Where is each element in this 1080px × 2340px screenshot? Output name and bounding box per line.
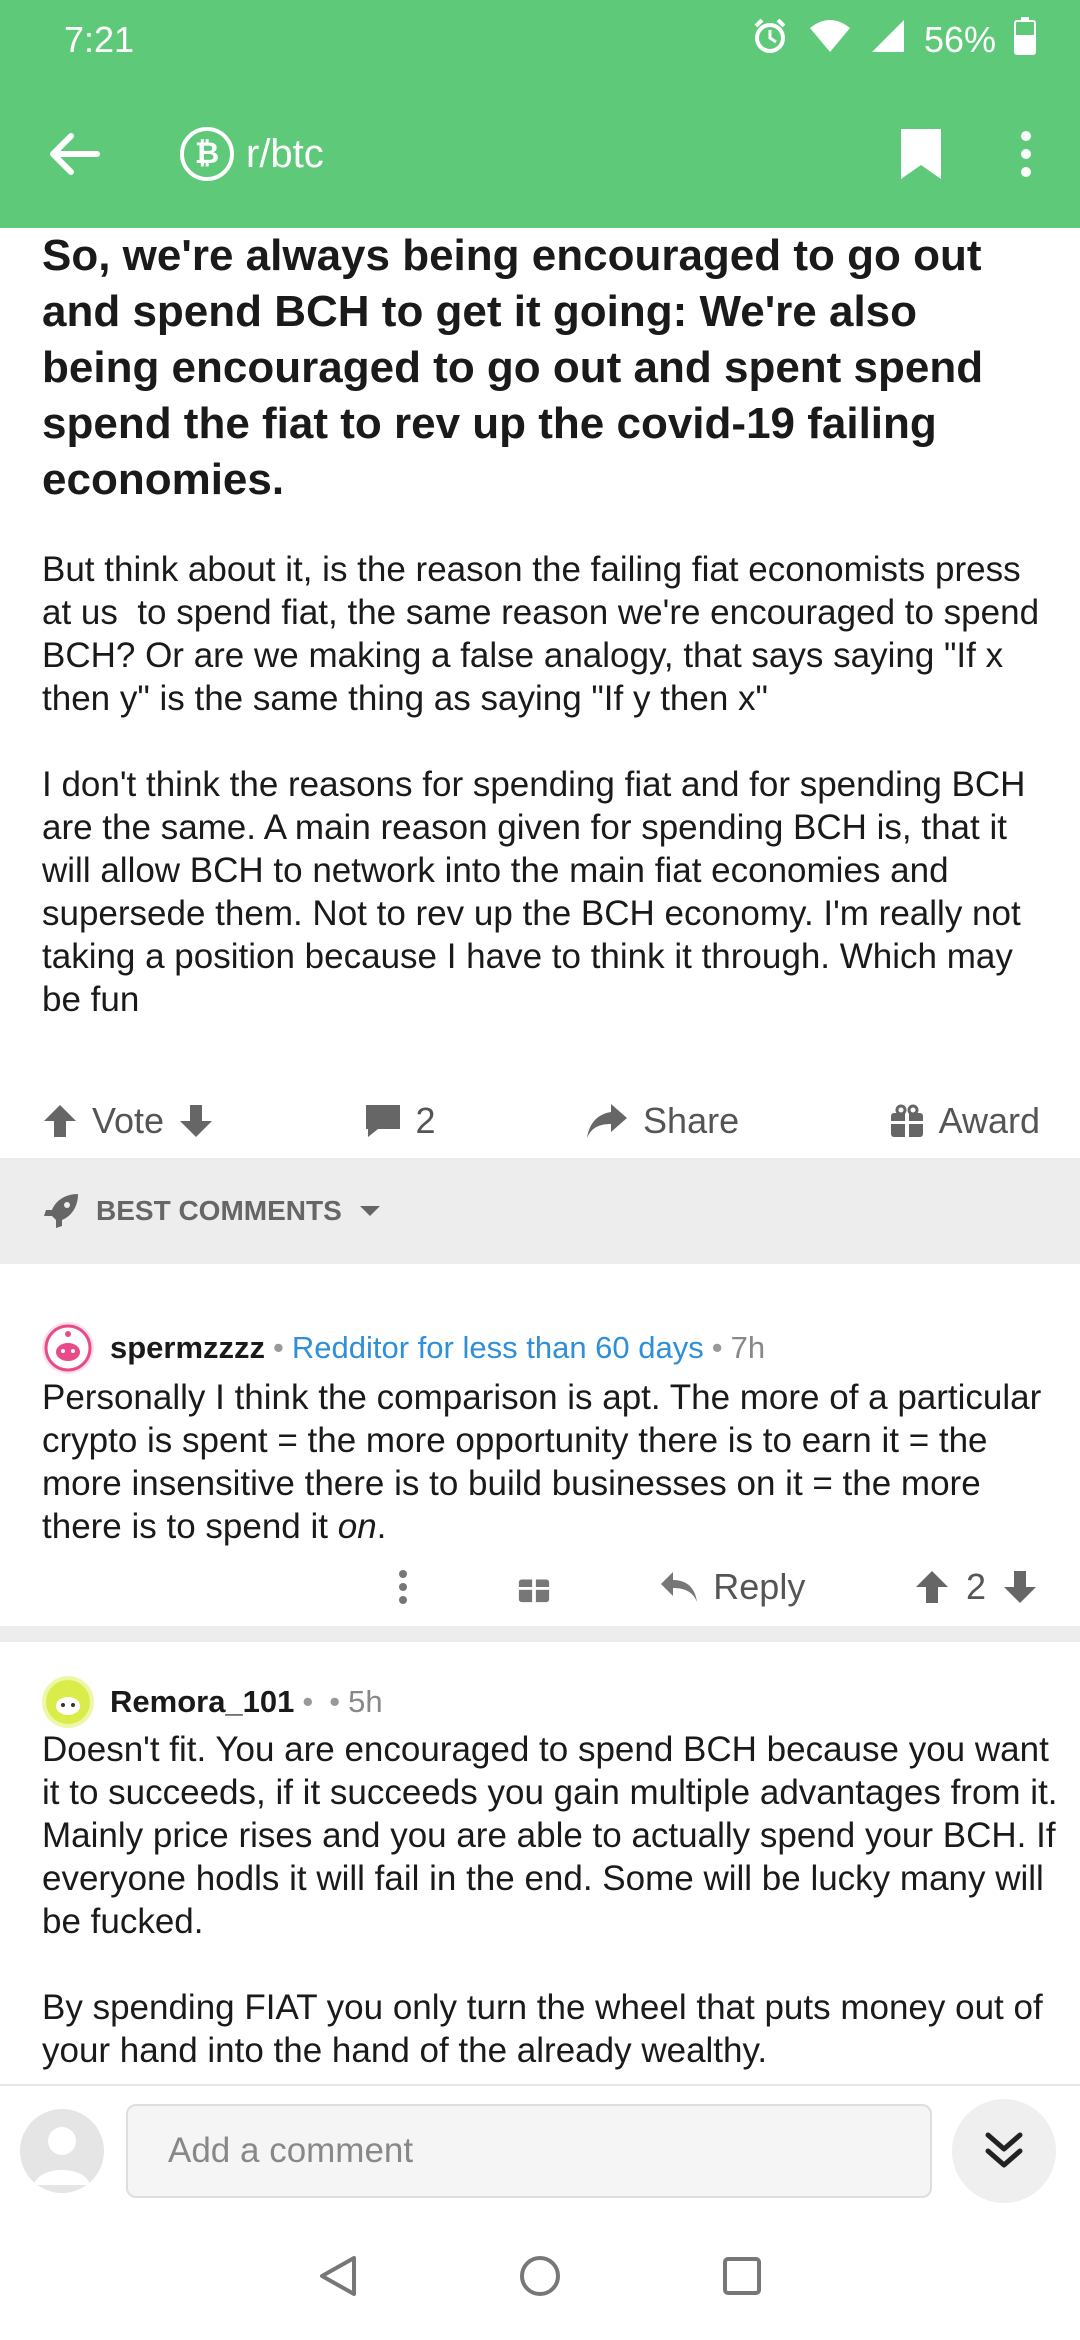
save-button[interactable]: [886, 119, 956, 189]
separator-dot: •: [711, 1330, 723, 1365]
user-flair: Redditor for less than 60 days: [291, 1330, 704, 1365]
comment-actions: Reply 2: [398, 1566, 1038, 1608]
post-title: So, we're always being encouraged to go …: [42, 231, 984, 504]
post-content: So, we're always being encouraged to go …: [0, 228, 1080, 2084]
circle-home-icon: [520, 2255, 560, 2296]
comment-vote-group: 2: [914, 1566, 1038, 1608]
upvote-icon[interactable]: [914, 1569, 950, 1605]
comment-composer-bar: Add a comment: [0, 2084, 1080, 2216]
comment-emphasis: on: [337, 1507, 377, 1546]
share-arrow-icon: [587, 1104, 628, 1138]
system-nav-bar: [0, 2216, 1080, 2340]
post-paragraph: But think about it, is the reason the fa…: [42, 550, 1049, 718]
subreddit-name[interactable]: r/btc: [246, 132, 324, 177]
share-button[interactable]: Share: [585, 1100, 739, 1142]
separator-dot: •: [302, 1684, 314, 1719]
downvote-icon[interactable]: [178, 1103, 214, 1139]
comment-paragraph: Doesn't fit. You are encouraged to spend…: [42, 1730, 1058, 1941]
gift-icon: [518, 1573, 549, 1603]
user-flair: •: [329, 1684, 341, 1719]
gift-icon: [890, 1104, 923, 1137]
comment-more-button[interactable]: [398, 1569, 408, 1605]
comment-icon: [365, 1105, 400, 1137]
comment-text: Personally I think the comparison is apt…: [42, 1378, 1042, 1546]
comment-body: Personally I think the comparison is apt…: [42, 1376, 1062, 1548]
bookmark-icon: [901, 129, 941, 179]
status-time: 7:21: [64, 19, 135, 60]
square-recents-icon: [723, 2256, 761, 2295]
battery-percent: 56%: [923, 19, 996, 60]
comment-paragraph: By spending FIAT you only turn the wheel…: [42, 1988, 1043, 2070]
vote-group: Vote: [42, 1100, 214, 1142]
vote-label: Vote: [92, 1100, 165, 1141]
comment-header: spermzzzz • Redditor for less than 60 da…: [42, 1322, 765, 1374]
battery-icon: [1014, 16, 1036, 64]
downvote-icon[interactable]: [1002, 1569, 1038, 1605]
comment-award-button[interactable]: [517, 1570, 551, 1604]
reply-label: Reply: [713, 1566, 806, 1607]
user-placeholder-icon: [34, 2127, 90, 2185]
alarm-icon: [750, 16, 790, 65]
award-button[interactable]: Award: [889, 1100, 1040, 1142]
comment-time: 7h: [730, 1330, 766, 1365]
arrow-left-icon: [50, 133, 100, 175]
comments-count: 2: [415, 1100, 436, 1141]
caret-down-icon: [359, 1206, 380, 1216]
sort-label: BEST COMMENTS: [96, 1195, 342, 1226]
nav-recents-button[interactable]: [722, 2256, 762, 2301]
comment-score: 2: [965, 1566, 986, 1607]
kebab-menu-icon: [399, 1570, 407, 1604]
reply-arrow-icon: [661, 1572, 698, 1602]
double-chevron-down-icon: [985, 2132, 1023, 2168]
signal-icon: [870, 18, 906, 63]
snoo-avatar-icon: [46, 1680, 90, 1724]
add-comment-placeholder: Add a comment: [168, 2131, 414, 2170]
subreddit-icon[interactable]: ₿: [180, 127, 234, 181]
triangle-back-icon: [320, 2255, 356, 2296]
comment-header: Remora_101 • • 5h: [42, 1676, 383, 1728]
award-label: Award: [938, 1100, 1040, 1141]
snoo-avatar-icon: [44, 1324, 92, 1372]
back-button[interactable]: [40, 119, 110, 189]
reddit-app: 7:21 56% ₿ r/btc So, we're always being …: [0, 0, 1080, 2340]
add-comment-input[interactable]: Add a comment: [126, 2104, 932, 2198]
more-options-button[interactable]: [1006, 119, 1046, 189]
jump-to-next-comment-button[interactable]: [952, 2099, 1056, 2203]
post-body: But think about it, is the reason the fa…: [42, 548, 1052, 1064]
app-bar: ₿ r/btc: [0, 80, 1080, 228]
avatar[interactable]: [42, 1676, 94, 1728]
rocket-icon: [44, 1194, 78, 1228]
nav-back-button[interactable]: [318, 2254, 358, 2303]
kebab-menu-icon: [1021, 131, 1031, 177]
avatar[interactable]: [42, 1322, 94, 1374]
comment-divider: [0, 1626, 1080, 1642]
comment: Remora_101 • • 5h Doesn't fit. You are e…: [0, 1642, 1080, 2084]
nav-home-button[interactable]: [518, 2254, 562, 2303]
wifi-icon: [808, 18, 852, 63]
status-icons: 56%: [750, 16, 1036, 65]
comment-sort-selector[interactable]: BEST COMMENTS: [0, 1158, 1080, 1264]
status-bar: 7:21 56%: [0, 0, 1080, 80]
share-label: Share: [643, 1100, 740, 1141]
comment-username[interactable]: spermzzzz: [110, 1330, 265, 1366]
post-paragraph: I don't think the reasons for spending f…: [42, 765, 1036, 1019]
separator-dot: •: [273, 1330, 284, 1365]
comment-text-end: .: [376, 1507, 387, 1546]
reply-button[interactable]: Reply: [659, 1566, 805, 1608]
comment-time: 5h: [348, 1684, 383, 1719]
comment-username[interactable]: Remora_101: [110, 1684, 294, 1720]
comment-body: Doesn't fit. You are encouraged to spend…: [42, 1728, 1062, 2084]
avatar[interactable]: [20, 2109, 104, 2193]
upvote-icon[interactable]: [42, 1103, 78, 1139]
comments-button[interactable]: 2: [364, 1100, 436, 1142]
